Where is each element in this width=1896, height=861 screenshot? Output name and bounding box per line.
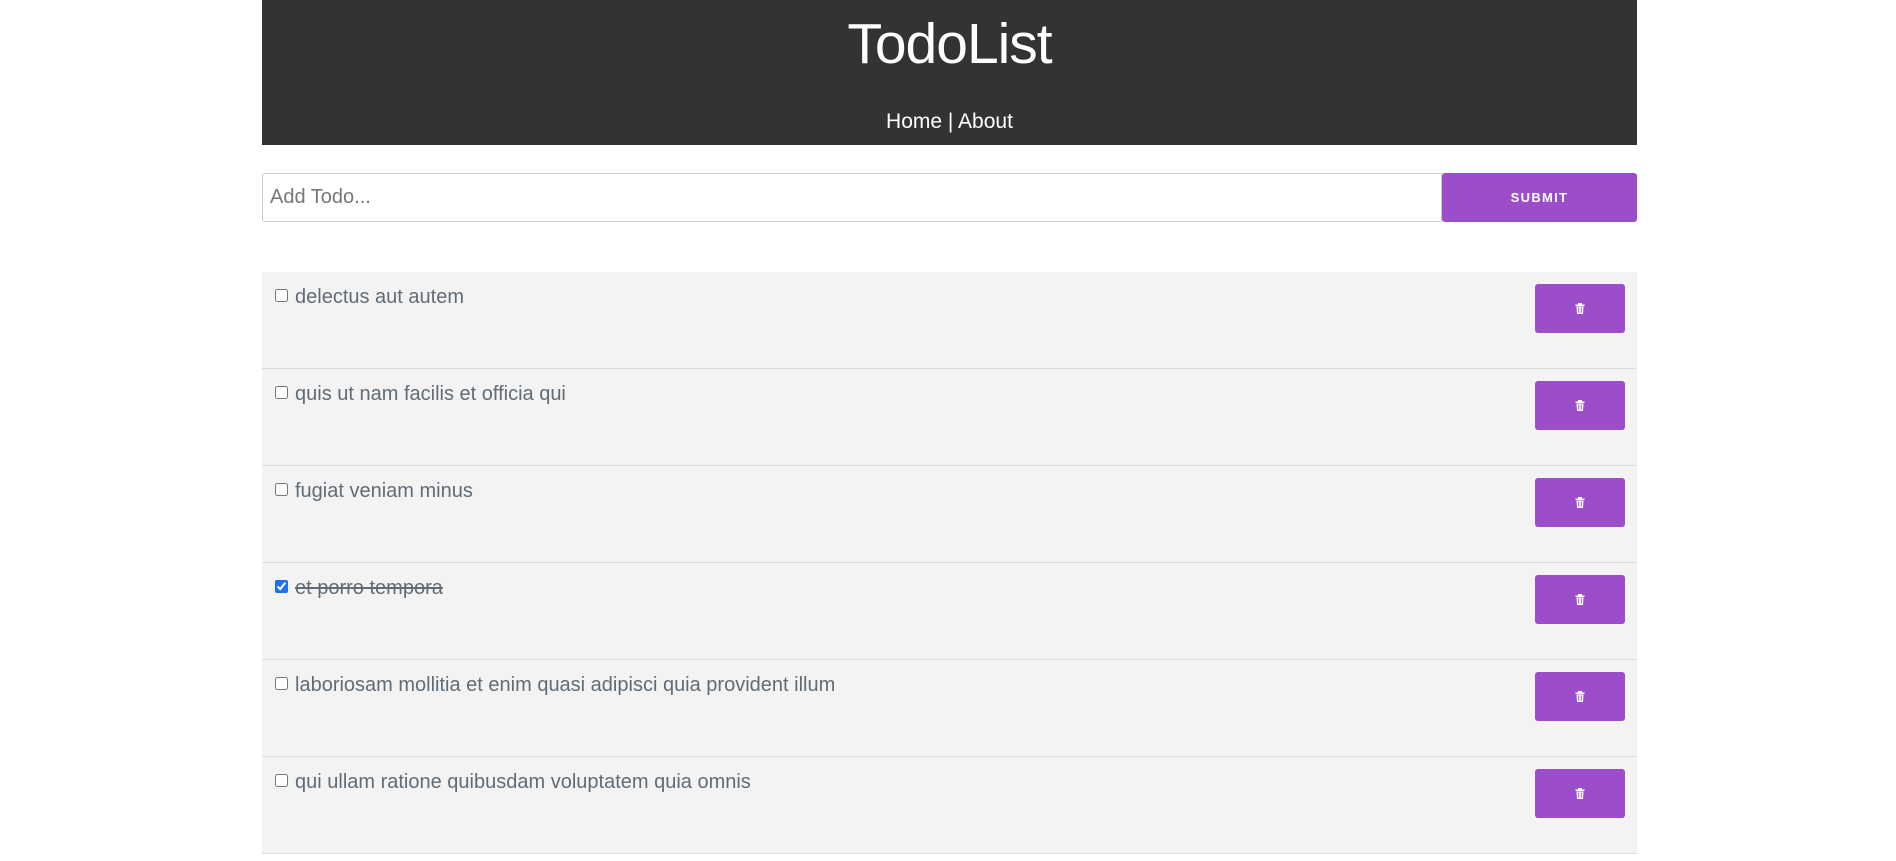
todo-item: quis ut nam facilis et officia qui bbox=[262, 369, 1637, 466]
todo-checkbox[interactable] bbox=[275, 579, 288, 593]
todo-checkbox[interactable] bbox=[275, 676, 288, 690]
todo-item: fugiat veniam minus bbox=[262, 466, 1637, 563]
nav-separator: | bbox=[942, 110, 959, 133]
header: TodoList Home | About bbox=[262, 0, 1637, 145]
todo-item: et porro tempora bbox=[262, 563, 1637, 660]
todo-item: qui ullam ratione quibusdam voluptatem q… bbox=[262, 757, 1637, 854]
todo-title: et porro tempora bbox=[295, 577, 443, 599]
todo-label: et porro tempora bbox=[275, 576, 443, 600]
nav-about-link[interactable]: About bbox=[958, 110, 1013, 133]
app-container: TodoList Home | About Submit delectus au… bbox=[262, 0, 1637, 854]
todo-list: delectus aut autem quis ut nam facilis e… bbox=[262, 272, 1637, 854]
todo-title: delectus aut autem bbox=[295, 286, 464, 308]
todo-checkbox[interactable] bbox=[275, 773, 288, 787]
todo-item: laboriosam mollitia et enim quasi adipis… bbox=[262, 660, 1637, 757]
trash-icon bbox=[1575, 691, 1585, 702]
todo-label: delectus aut autem bbox=[275, 285, 464, 309]
delete-todo-button[interactable] bbox=[1535, 575, 1625, 624]
todo-checkbox[interactable] bbox=[275, 288, 288, 302]
delete-todo-button[interactable] bbox=[1535, 672, 1625, 721]
nav-home-link[interactable]: Home bbox=[886, 110, 942, 133]
delete-todo-button[interactable] bbox=[1535, 284, 1625, 333]
todo-title: qui ullam ratione quibusdam voluptatem q… bbox=[295, 771, 751, 793]
todo-item: delectus aut autem bbox=[262, 272, 1637, 369]
app-title: TodoList bbox=[847, 12, 1052, 76]
trash-icon bbox=[1575, 497, 1585, 508]
trash-icon bbox=[1575, 594, 1585, 605]
trash-icon bbox=[1575, 400, 1585, 411]
add-todo-input[interactable] bbox=[262, 173, 1442, 222]
submit-button[interactable]: Submit bbox=[1442, 173, 1637, 222]
todo-checkbox[interactable] bbox=[275, 385, 288, 399]
trash-icon bbox=[1575, 788, 1585, 799]
todo-title: quis ut nam facilis et officia qui bbox=[295, 383, 566, 405]
todo-title: laboriosam mollitia et enim quasi adipis… bbox=[295, 674, 836, 696]
trash-icon bbox=[1575, 303, 1585, 314]
todo-checkbox[interactable] bbox=[275, 482, 288, 496]
todo-label: laboriosam mollitia et enim quasi adipis… bbox=[275, 673, 835, 697]
todo-label: qui ullam ratione quibusdam voluptatem q… bbox=[275, 770, 751, 794]
todo-title: fugiat veniam minus bbox=[295, 480, 473, 502]
todo-label: quis ut nam facilis et officia qui bbox=[275, 382, 566, 406]
delete-todo-button[interactable] bbox=[1535, 478, 1625, 527]
delete-todo-button[interactable] bbox=[1535, 769, 1625, 818]
delete-todo-button[interactable] bbox=[1535, 381, 1625, 430]
page: TodoList Home | About Submit delectus au… bbox=[0, 0, 1896, 861]
nav: Home | About bbox=[262, 110, 1637, 134]
todo-label: fugiat veniam minus bbox=[275, 479, 473, 503]
add-todo-form: Submit bbox=[262, 173, 1637, 222]
